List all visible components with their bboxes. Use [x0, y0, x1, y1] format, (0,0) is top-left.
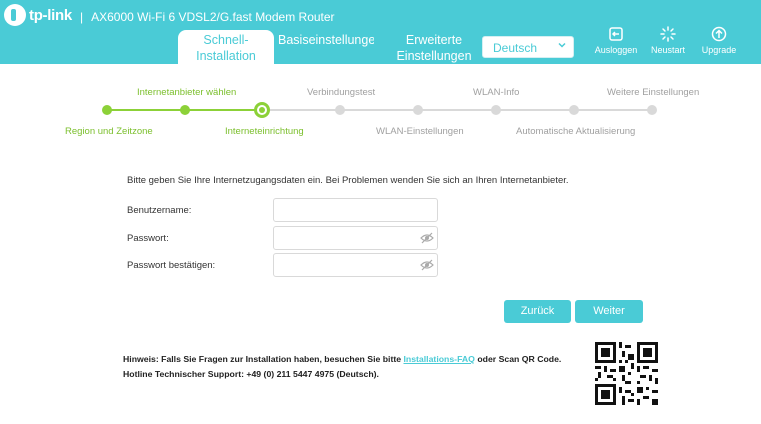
- hotline-text: Hotline Technischer Support: +49 (0) 211…: [123, 369, 379, 379]
- upgrade-label: Upgrade: [701, 45, 737, 55]
- step-label-auto-update: Automatische Aktualisierung: [516, 126, 636, 137]
- confirm-password-label: Passwort bestätigen:: [127, 260, 216, 271]
- language-value: Deutsch: [493, 41, 538, 55]
- title-separator: |: [80, 10, 84, 24]
- step-label-region: Region und Zeitzone: [65, 126, 153, 137]
- logo-text: tp-link: [29, 6, 72, 24]
- tab-quick-setup[interactable]: Schnell-Installation: [178, 30, 274, 64]
- tp-link-logo-icon: [4, 4, 26, 26]
- installation-faq-link[interactable]: Installations-FAQ: [403, 354, 474, 364]
- step-label-more-settings: Weitere Einstellungen: [607, 87, 700, 98]
- upgrade-icon: [711, 26, 727, 42]
- tab-basic-settings[interactable]: Basiseinstellungen: [278, 30, 374, 64]
- step-dot-region: [102, 105, 112, 115]
- step-dot-more-settings: [647, 105, 657, 115]
- tp-link-logo: tp-link: [4, 4, 72, 26]
- model-title: | AX6000 Wi-Fi 6 VDSL2/G.fast Modem Route…: [80, 10, 335, 24]
- confirm-password-field[interactable]: [273, 253, 438, 277]
- language-select[interactable]: Deutsch: [482, 36, 574, 58]
- help-note-prefix: Hinweis: Falls Sie Fragen zur Installati…: [123, 354, 404, 364]
- username-field[interactable]: [273, 198, 438, 222]
- step-dot-connection-test: [335, 105, 345, 115]
- reboot-button[interactable]: Neustart: [643, 26, 693, 55]
- tab-advanced-settings[interactable]: Erweiterte Einstellungen: [378, 30, 490, 64]
- hide-password-icon[interactable]: [420, 232, 434, 244]
- step-dot-provider: [180, 105, 190, 115]
- stepper-line-pending: [262, 109, 652, 111]
- chevron-down-icon: [558, 42, 566, 48]
- help-note-line-1: Hinweis: Falls Sie Fragen zur Installati…: [123, 352, 561, 367]
- username-label: Benutzername:: [127, 205, 192, 216]
- step-dot-wlan-settings: [413, 105, 423, 115]
- reboot-icon: [660, 26, 676, 42]
- step-dot-wlan-info: [491, 105, 501, 115]
- main-tabs: Schnell-Installation Basiseinstellungen …: [178, 30, 490, 64]
- logout-button[interactable]: Ausloggen: [591, 26, 641, 55]
- help-note-suffix: oder Scan QR Code.: [474, 354, 562, 364]
- help-note: Hinweis: Falls Sie Fragen zur Installati…: [123, 352, 561, 382]
- upgrade-button[interactable]: Upgrade: [694, 26, 744, 55]
- qr-code-icon: [595, 342, 658, 405]
- step-label-connection-test: Verbindungstest: [307, 87, 376, 98]
- step-dot-internet-setup: [254, 102, 270, 118]
- password-field[interactable]: [273, 226, 438, 250]
- logout-label: Ausloggen: [594, 45, 638, 55]
- back-button[interactable]: Zurück: [504, 300, 571, 323]
- logout-icon: [609, 27, 623, 41]
- step-label-provider: Internetanbieter wählen: [137, 87, 237, 98]
- next-button[interactable]: Weiter: [575, 300, 643, 323]
- model-name: AX6000 Wi-Fi 6 VDSL2/G.fast Modem Router: [91, 10, 335, 24]
- step-label-wlan-settings: WLAN-Einstellungen: [376, 126, 464, 137]
- top-header: tp-link | AX6000 Wi-Fi 6 VDSL2/G.fast Mod…: [0, 0, 761, 64]
- step-label-wlan-info: WLAN-Info: [473, 87, 520, 98]
- step-dot-auto-update: [569, 105, 579, 115]
- form-intro-text: Bitte geben Sie Ihre Internetzugangsdate…: [127, 175, 569, 186]
- reboot-label: Neustart: [650, 45, 685, 55]
- hide-confirm-password-icon[interactable]: [420, 259, 434, 271]
- password-label: Passwort:: [127, 233, 169, 244]
- step-label-internet-setup: Interneteinrichtung: [225, 126, 304, 137]
